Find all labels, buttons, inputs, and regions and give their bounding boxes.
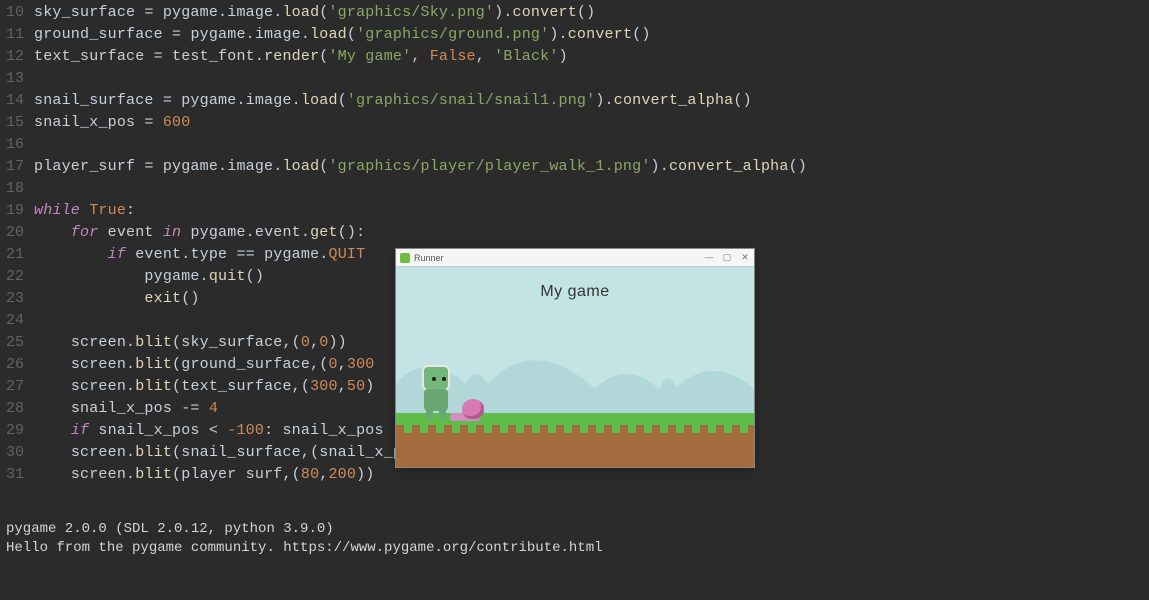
code-line[interactable]: 12text_surface = test_font.render('My ga… [0, 46, 1149, 68]
code-content[interactable]: screen.blit(ground_surface,(0,300 [34, 354, 375, 376]
line-number: 20 [0, 222, 34, 244]
code-content[interactable]: if snail_x_pos < -100: snail_x_pos [34, 420, 384, 442]
line-number: 21 [0, 244, 34, 266]
window-titlebar[interactable]: Runner — ▢ ✕ [396, 249, 754, 267]
line-number: 30 [0, 442, 34, 464]
code-content[interactable]: sky_surface = pygame.image.load('graphic… [34, 2, 595, 24]
game-title-text: My game [396, 283, 754, 301]
ground-dirt [396, 433, 754, 467]
line-number: 13 [0, 68, 34, 90]
code-line[interactable]: 16 [0, 134, 1149, 156]
code-content[interactable]: text_surface = test_font.render('My game… [34, 46, 568, 68]
line-number: 11 [0, 24, 34, 46]
game-viewport: My game [396, 267, 754, 467]
terminal-line: pygame 2.0.0 (SDL 2.0.12, python 3.9.0) [6, 520, 603, 539]
line-number: 27 [0, 376, 34, 398]
code-content[interactable]: snail_surface = pygame.image.load('graph… [34, 90, 752, 112]
line-number: 23 [0, 288, 34, 310]
code-line[interactable]: 10sky_surface = pygame.image.load('graph… [0, 2, 1149, 24]
line-number: 17 [0, 156, 34, 178]
line-number: 14 [0, 90, 34, 112]
code-line[interactable]: 11ground_surface = pygame.image.load('gr… [0, 24, 1149, 46]
code-content[interactable]: snail_x_pos -= 4 [34, 398, 218, 420]
code-content[interactable]: screen.blit(text_surface,(300,50) [34, 376, 375, 398]
code-line[interactable]: 13 [0, 68, 1149, 90]
line-number: 29 [0, 420, 34, 442]
window-title: Runner [414, 253, 444, 263]
line-number: 10 [0, 2, 34, 24]
line-number: 18 [0, 178, 34, 200]
app-icon [400, 253, 410, 263]
line-number: 12 [0, 46, 34, 68]
pygame-window[interactable]: Runner — ▢ ✕ My game [395, 248, 755, 468]
close-button[interactable]: ✕ [738, 249, 752, 265]
code-content[interactable]: if event.type == pygame.QUIT [34, 244, 365, 266]
code-content[interactable]: exit() [34, 288, 200, 310]
code-content[interactable]: player_surf = pygame.image.load('graphic… [34, 156, 807, 178]
terminal-output: pygame 2.0.0 (SDL 2.0.12, python 3.9.0) … [6, 520, 603, 558]
line-number: 16 [0, 134, 34, 156]
code-content[interactable]: screen.blit(player surf,(80,200)) [34, 464, 375, 486]
code-line[interactable]: 17player_surf = pygame.image.load('graph… [0, 156, 1149, 178]
line-number: 26 [0, 354, 34, 376]
code-line[interactable]: 18 [0, 178, 1149, 200]
minimize-button[interactable]: — [702, 249, 716, 265]
line-number: 31 [0, 464, 34, 486]
line-number: 24 [0, 310, 34, 332]
terminal-line: Hello from the pygame community. https:/… [6, 539, 603, 558]
line-number: 22 [0, 266, 34, 288]
line-number: 15 [0, 112, 34, 134]
line-number: 28 [0, 398, 34, 420]
code-content[interactable]: screen.blit(sky_surface,(0,0)) [34, 332, 347, 354]
code-content[interactable]: snail_x_pos = 600 [34, 112, 190, 134]
code-line[interactable]: 20 for event in pygame.event.get(): [0, 222, 1149, 244]
code-line[interactable]: 14snail_surface = pygame.image.load('gra… [0, 90, 1149, 112]
maximize-button[interactable]: ▢ [720, 249, 734, 265]
code-line[interactable]: 19while True: [0, 200, 1149, 222]
snail-sprite [450, 397, 484, 421]
code-line[interactable]: 15snail_x_pos = 600 [0, 112, 1149, 134]
line-number: 25 [0, 332, 34, 354]
code-content[interactable]: while True: [34, 200, 135, 222]
code-content[interactable]: ground_surface = pygame.image.load('grap… [34, 24, 651, 46]
code-content[interactable]: for event in pygame.event.get(): [34, 222, 365, 244]
line-number: 19 [0, 200, 34, 222]
code-content[interactable]: pygame.quit() [34, 266, 264, 288]
ground-trim [396, 425, 754, 433]
